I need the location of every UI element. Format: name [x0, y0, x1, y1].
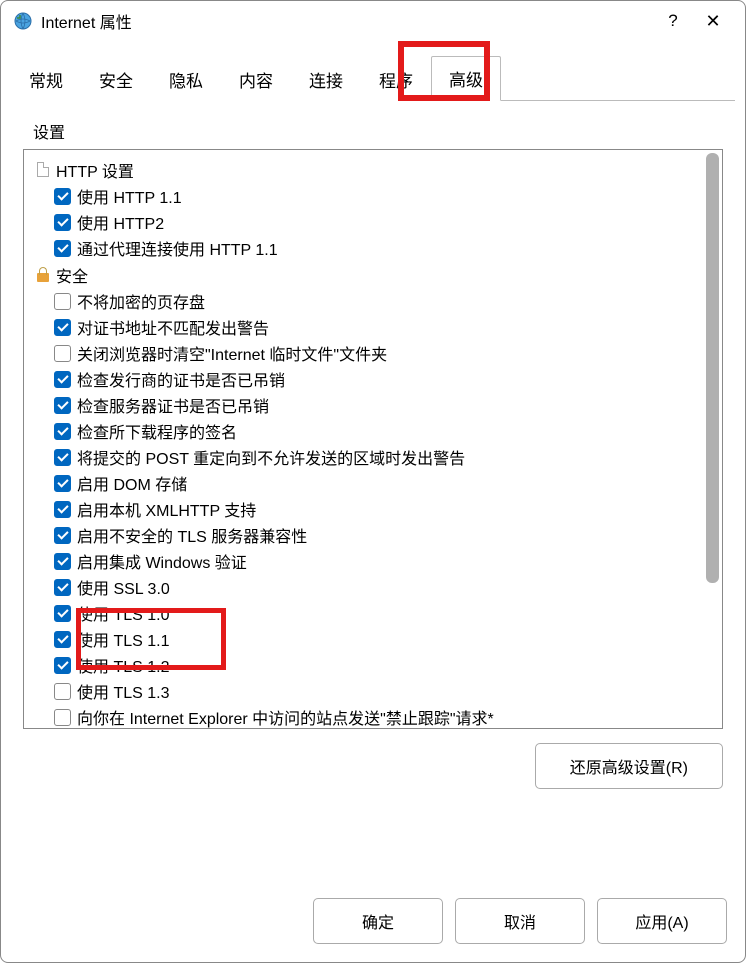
checkbox[interactable]: [54, 188, 71, 205]
window-title: Internet 属性: [41, 9, 653, 33]
tab-advanced[interactable]: 高级: [431, 56, 501, 101]
apply-button[interactable]: 应用(A): [597, 898, 727, 944]
settings-item-label: 通过代理连接使用 HTTP 1.1: [77, 236, 278, 260]
settings-label: 设置: [33, 119, 723, 143]
checkbox[interactable]: [54, 240, 71, 257]
settings-item-label: 对证书地址不匹配发出警告: [77, 315, 269, 339]
settings-tree-inner[interactable]: HTTP 设置使用 HTTP 1.1使用 HTTP2通过代理连接使用 HTTP …: [24, 150, 722, 728]
settings-item-label: 启用集成 Windows 验证: [77, 549, 247, 573]
checkbox[interactable]: [54, 501, 71, 518]
settings-item[interactable]: 对证书地址不匹配发出警告: [28, 314, 722, 340]
checkbox[interactable]: [54, 683, 71, 700]
settings-item[interactable]: 启用 DOM 存储: [28, 470, 722, 496]
settings-item-label: 使用 SSL 3.0: [77, 575, 170, 599]
settings-item[interactable]: 使用 HTTP 1.1: [28, 183, 722, 209]
settings-item-label: 向你在 Internet Explorer 中访问的站点发送"禁止跟踪"请求*: [77, 705, 494, 728]
ok-button[interactable]: 确定: [313, 898, 443, 944]
tab-connections[interactable]: 连接: [291, 57, 361, 101]
settings-item[interactable]: 不将加密的页存盘: [28, 288, 722, 314]
dialog-footer: 确定 取消 应用(A): [1, 884, 745, 962]
checkbox[interactable]: [54, 475, 71, 492]
settings-item-label: 使用 TLS 1.2: [77, 653, 169, 677]
checkbox[interactable]: [54, 657, 71, 674]
close-button[interactable]: ✕: [693, 11, 733, 32]
settings-item-label: 启用本机 XMLHTTP 支持: [77, 497, 256, 521]
settings-item-label: 使用 HTTP 1.1: [77, 184, 182, 208]
checkbox[interactable]: [54, 709, 71, 726]
checkbox[interactable]: [54, 293, 71, 310]
checkbox[interactable]: [54, 449, 71, 466]
settings-group-label: HTTP 设置: [56, 158, 134, 182]
titlebar: Internet 属性 ? ✕: [1, 1, 745, 41]
settings-item[interactable]: 检查发行商的证书是否已吊销: [28, 366, 722, 392]
settings-item[interactable]: 检查服务器证书是否已吊销: [28, 392, 722, 418]
settings-item[interactable]: 使用 HTTP2: [28, 209, 722, 235]
settings-item-label: 使用 TLS 1.1: [77, 627, 169, 651]
settings-item[interactable]: 向你在 Internet Explorer 中访问的站点发送"禁止跟踪"请求*: [28, 704, 722, 728]
settings-item[interactable]: 启用集成 Windows 验证: [28, 548, 722, 574]
checkbox[interactable]: [54, 631, 71, 648]
tab-content[interactable]: 内容: [221, 57, 291, 101]
settings-group: 安全: [28, 261, 722, 288]
checkbox[interactable]: [54, 319, 71, 336]
checkbox[interactable]: [54, 397, 71, 414]
checkbox[interactable]: [54, 553, 71, 570]
tab-privacy[interactable]: 隐私: [151, 57, 221, 101]
tab-content-advanced: 设置 HTTP 设置使用 HTTP 1.1使用 HTTP2通过代理连接使用 HT…: [1, 101, 745, 884]
checkbox[interactable]: [54, 527, 71, 544]
settings-item-label: 启用不安全的 TLS 服务器兼容性: [77, 523, 307, 547]
restore-advanced-button[interactable]: 还原高级设置(R): [535, 743, 723, 789]
settings-item-label: 使用 TLS 1.0: [77, 601, 169, 625]
settings-item[interactable]: 将提交的 POST 重定向到不允许发送的区域时发出警告: [28, 444, 722, 470]
checkbox[interactable]: [54, 371, 71, 388]
settings-group-label: 安全: [56, 263, 88, 287]
settings-item[interactable]: 使用 TLS 1.1: [28, 626, 722, 652]
checkbox[interactable]: [54, 423, 71, 440]
settings-item-label: 将提交的 POST 重定向到不允许发送的区域时发出警告: [77, 445, 465, 469]
settings-item-label: 使用 HTTP2: [77, 210, 164, 234]
tab-programs[interactable]: 程序: [361, 57, 431, 101]
settings-group: HTTP 设置: [28, 156, 722, 183]
settings-item-label: 检查发行商的证书是否已吊销: [77, 367, 285, 391]
checkbox[interactable]: [54, 214, 71, 231]
document-icon: [34, 161, 52, 179]
settings-item[interactable]: 使用 TLS 1.2: [28, 652, 722, 678]
checkbox[interactable]: [54, 345, 71, 362]
settings-item[interactable]: 启用本机 XMLHTTP 支持: [28, 496, 722, 522]
cancel-button[interactable]: 取消: [455, 898, 585, 944]
settings-item[interactable]: 使用 TLS 1.0: [28, 600, 722, 626]
internet-properties-dialog: Internet 属性 ? ✕ 常规安全隐私内容连接程序高级 设置 HTTP 设…: [0, 0, 746, 963]
checkbox[interactable]: [54, 579, 71, 596]
settings-tree: HTTP 设置使用 HTTP 1.1使用 HTTP2通过代理连接使用 HTTP …: [23, 149, 723, 729]
settings-item[interactable]: 通过代理连接使用 HTTP 1.1: [28, 235, 722, 261]
help-button[interactable]: ?: [653, 11, 693, 31]
settings-item-label: 不将加密的页存盘: [77, 289, 205, 313]
internet-options-icon: [13, 11, 33, 31]
settings-item[interactable]: 启用不安全的 TLS 服务器兼容性: [28, 522, 722, 548]
settings-item-label: 检查所下载程序的签名: [77, 419, 237, 443]
checkbox[interactable]: [54, 605, 71, 622]
tab-general[interactable]: 常规: [11, 57, 81, 101]
scrollbar-thumb[interactable]: [706, 153, 719, 583]
settings-item[interactable]: 检查所下载程序的签名: [28, 418, 722, 444]
lock-icon: [34, 266, 52, 284]
settings-item-label: 关闭浏览器时清空"Internet 临时文件"文件夹: [77, 341, 387, 365]
tab-security[interactable]: 安全: [81, 57, 151, 101]
settings-item[interactable]: 使用 SSL 3.0: [28, 574, 722, 600]
settings-item-label: 检查服务器证书是否已吊销: [77, 393, 269, 417]
tab-strip: 常规安全隐私内容连接程序高级: [1, 55, 745, 100]
settings-item[interactable]: 使用 TLS 1.3: [28, 678, 722, 704]
settings-item[interactable]: 关闭浏览器时清空"Internet 临时文件"文件夹: [28, 340, 722, 366]
settings-item-label: 使用 TLS 1.3: [77, 679, 169, 703]
settings-item-label: 启用 DOM 存储: [77, 471, 187, 495]
